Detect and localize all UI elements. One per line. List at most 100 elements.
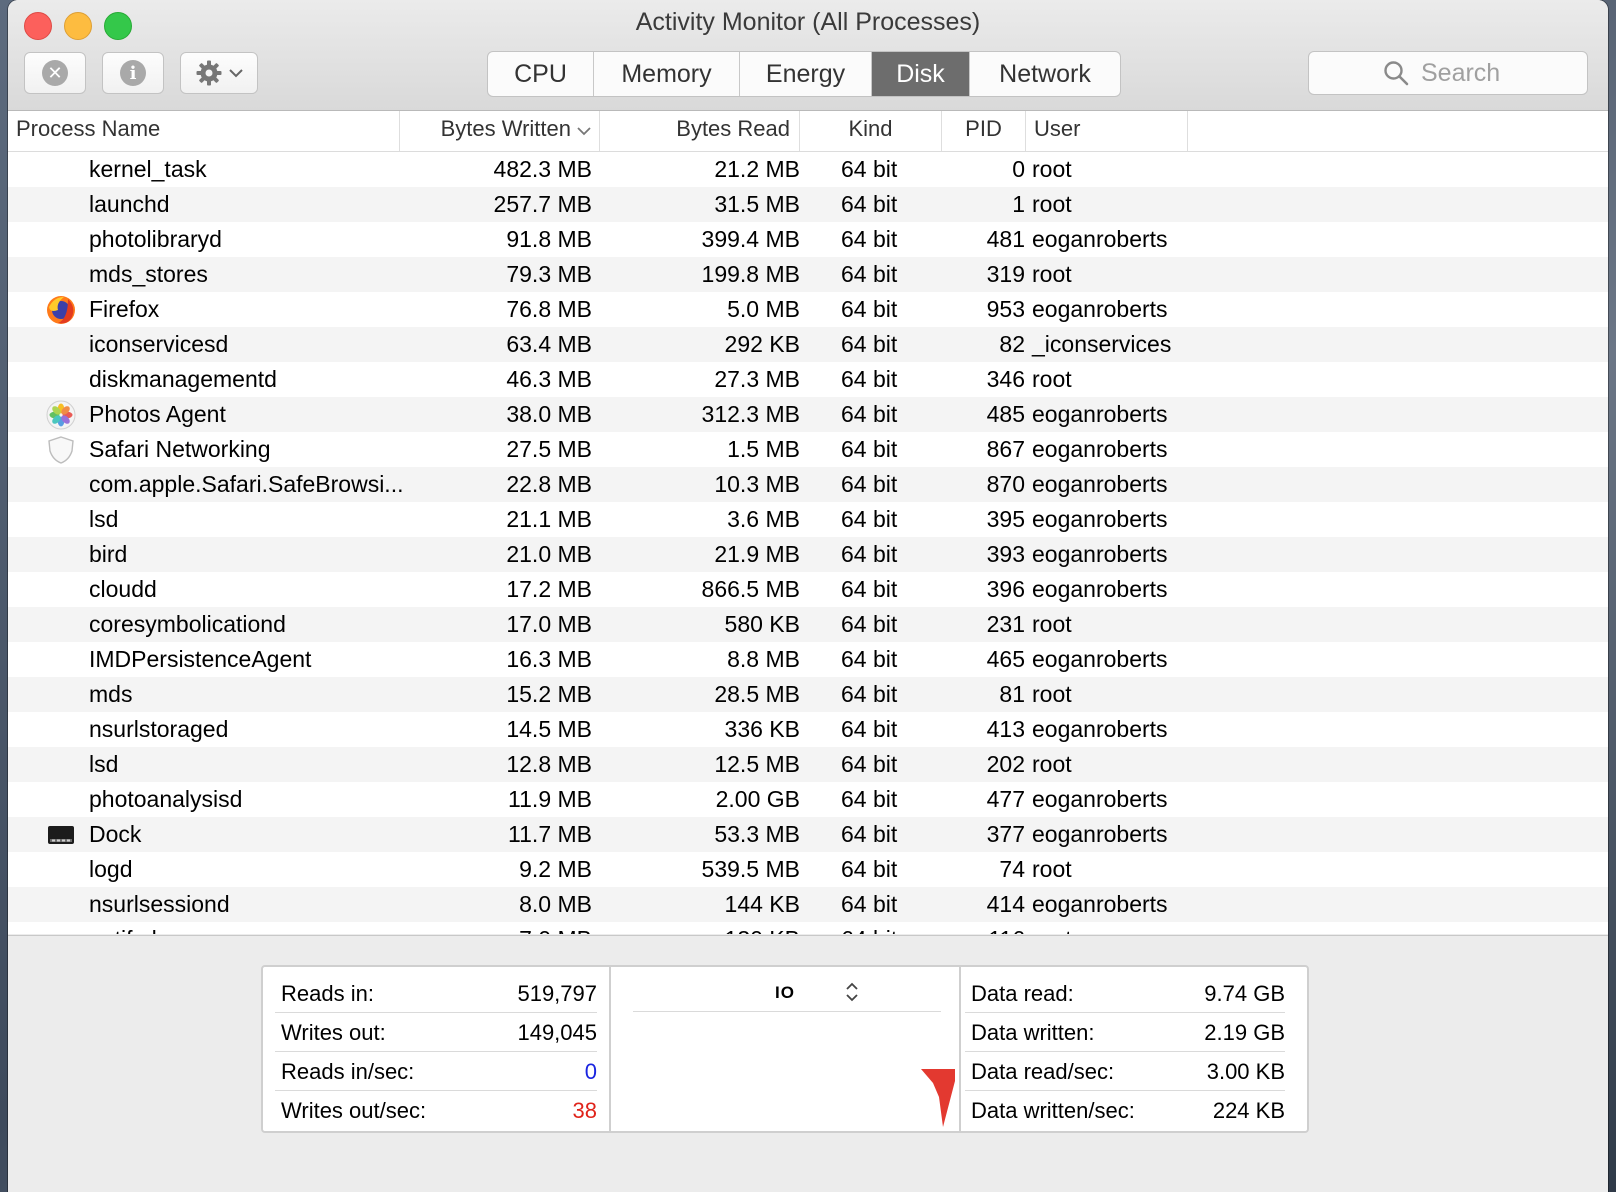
kind: 64 bit (841, 506, 898, 532)
search-input[interactable] (1419, 57, 1513, 89)
table-row[interactable]: bird 21.0 MB 21.9 MB 64 bit 393 eoganroberts (8, 537, 1608, 572)
kind: 64 bit (841, 716, 898, 742)
bytes-read: 10.3 MB (714, 471, 800, 497)
column-header-user[interactable]: User (1026, 111, 1188, 151)
table-row[interactable]: coresymbolicationd 17.0 MB 580 KB 64 bit 231… (8, 607, 1608, 642)
kind: 64 bit (841, 226, 898, 252)
user: eoganroberts (1032, 436, 1168, 462)
table-row[interactable]: Firefox 76.8 MB 5.0 MB 64 bit 953 eoganrobert… (8, 292, 1608, 327)
pid: 953 (986, 296, 1025, 322)
table-row[interactable]: cloudd 17.2 MB 866.5 MB 64 bit 396 eoganrober… (8, 572, 1608, 607)
bytes-written: 8.0 MB (519, 891, 592, 917)
stat-row: Writes out/sec: 38 (275, 1092, 597, 1129)
table-row[interactable]: mds 15.2 MB 28.5 MB 64 bit 81 root (8, 677, 1608, 712)
pid: 867 (986, 436, 1025, 462)
column-header-kind[interactable]: Kind (800, 111, 942, 151)
process-name: lsd (89, 506, 119, 532)
pid: 396 (986, 576, 1025, 602)
pid: 393 (986, 541, 1025, 567)
table-row[interactable]: Dock 11.7 MB 53.3 MB 64 bit 377 eoganroberts (8, 817, 1608, 852)
stat-label: Writes out: (281, 1020, 386, 1045)
tab-network[interactable]: Network (970, 52, 1120, 96)
search-field[interactable] (1308, 51, 1588, 95)
bytes-read: 31.5 MB (714, 191, 800, 217)
table-row[interactable]: nsurlsessiond 8.0 MB 144 KB 64 bit 414 eoganr… (8, 887, 1608, 922)
table-row[interactable]: Safari Networking 27.5 MB 1.5 MB 64 bit 867 e… (8, 432, 1608, 467)
chevron-down-icon (229, 69, 243, 78)
pid: 485 (986, 401, 1025, 427)
bytes-read: 866.5 MB (701, 576, 800, 602)
bytes-read: 8.8 MB (727, 646, 800, 672)
firefox-icon (47, 296, 75, 324)
info-circle-icon: i (120, 60, 146, 86)
pid: 413 (986, 716, 1025, 742)
kind: 64 bit (841, 611, 898, 637)
user: root (1032, 856, 1072, 882)
bytes-written: 27.5 MB (506, 436, 592, 462)
stat-label: Reads in/sec: (281, 1059, 415, 1084)
stat-label: Data read: (971, 981, 1074, 1006)
stat-value: 3.00 KB (1206, 1059, 1285, 1084)
pid: 0 (1012, 156, 1025, 182)
shield-icon (48, 436, 74, 464)
table-row[interactable]: com.apple.Safari.SafeBrowsi... 22.8 MB 10.… (8, 467, 1608, 502)
user: eoganroberts (1032, 716, 1168, 742)
disk-stats-panel: Reads in: 519,797 Writes out: 149,045 Reads … (261, 965, 1309, 1133)
bytes-written: 15.2 MB (506, 681, 592, 707)
bytes-read: 292 KB (724, 331, 800, 357)
tab-memory[interactable]: Memory (594, 52, 740, 96)
kind: 64 bit (841, 891, 898, 917)
bytes-written: 16.3 MB (506, 646, 592, 672)
stat-row: Data read/sec: 3.00 KB (965, 1053, 1285, 1091)
tab-cpu[interactable]: CPU (488, 52, 594, 96)
tab-energy[interactable]: Energy (740, 52, 872, 96)
table-row[interactable]: lsd 21.1 MB 3.6 MB 64 bit 395 eoganroberts (8, 502, 1608, 537)
table-row[interactable]: photoanalysisd 11.9 MB 2.00 GB 64 bit 477 eog… (8, 782, 1608, 817)
stop-process-button[interactable]: ✕ (24, 52, 86, 94)
pid: 319 (986, 261, 1025, 287)
bytes-read: 312.3 MB (701, 401, 800, 427)
column-header-bytes-read[interactable]: Bytes Read (600, 111, 800, 151)
user: root (1032, 611, 1072, 637)
pid: 465 (986, 646, 1025, 672)
table-row[interactable]: launchd 257.7 MB 31.5 MB 64 bit 1 root (8, 187, 1608, 222)
user: eoganroberts (1032, 541, 1168, 567)
stat-value: 519,797 (517, 981, 597, 1006)
table-row[interactable]: photolibraryd 91.8 MB 399.4 MB 64 bit 481 eog… (8, 222, 1608, 257)
table-row[interactable]: nsurlstoraged 14.5 MB 336 KB 64 bit 413 eogan… (8, 712, 1608, 747)
table-row[interactable]: kernel_task 482.3 MB 21.2 MB 64 bit 0 root (8, 152, 1608, 187)
column-header-bytes-written[interactable]: Bytes Written (400, 111, 600, 151)
table-row[interactable]: notifyd 7.0 MB 130 KB 64 bit 116 root (8, 922, 1608, 934)
table-row[interactable]: logd 9.2 MB 539.5 MB 64 bit 74 root (8, 852, 1608, 887)
kind: 64 bit (841, 436, 898, 462)
kind: 64 bit (841, 541, 898, 567)
pid: 414 (986, 891, 1025, 917)
column-header-process-name[interactable]: Process Name (8, 111, 400, 151)
process-name: launchd (89, 191, 170, 217)
pid: 202 (986, 751, 1025, 777)
kind: 64 bit (841, 366, 898, 392)
process-name: Photos Agent (89, 401, 226, 427)
tab-disk[interactable]: Disk (872, 52, 970, 96)
kind: 64 bit (841, 681, 898, 707)
bytes-written: 9.2 MB (519, 856, 592, 882)
table-row[interactable]: Photos Agent 38.0 MB 312.3 MB 64 bit 485 eoga… (8, 397, 1608, 432)
table-row[interactable]: IMDPersistenceAgent 16.3 MB 8.8 MB 64 bit 46… (8, 642, 1608, 677)
user: eoganroberts (1032, 891, 1168, 917)
table-row[interactable]: lsd 12.8 MB 12.5 MB 64 bit 202 root (8, 747, 1608, 782)
table-row[interactable]: iconservicesd 63.4 MB 292 KB 64 bit 82 _icons… (8, 327, 1608, 362)
kind: 64 bit (841, 856, 898, 882)
graph-selector[interactable]: IO (775, 983, 795, 1003)
column-header-pid[interactable]: PID (942, 111, 1026, 151)
table-row[interactable]: diskmanagementd 46.3 MB 27.3 MB 64 bit 346 ro… (8, 362, 1608, 397)
bytes-written: 21.0 MB (506, 541, 592, 567)
up-down-chevron-icon[interactable] (845, 981, 859, 1003)
bytes-read: 539.5 MB (701, 856, 800, 882)
process-name: cloudd (89, 576, 157, 602)
inspect-process-button[interactable]: i (102, 52, 164, 94)
process-name: coresymbolicationd (89, 611, 286, 637)
table-row[interactable]: mds_stores 79.3 MB 199.8 MB 64 bit 319 root (8, 257, 1608, 292)
user: root (1032, 191, 1072, 217)
action-menu-button[interactable] (180, 52, 258, 94)
bytes-read: 3.6 MB (727, 506, 800, 532)
